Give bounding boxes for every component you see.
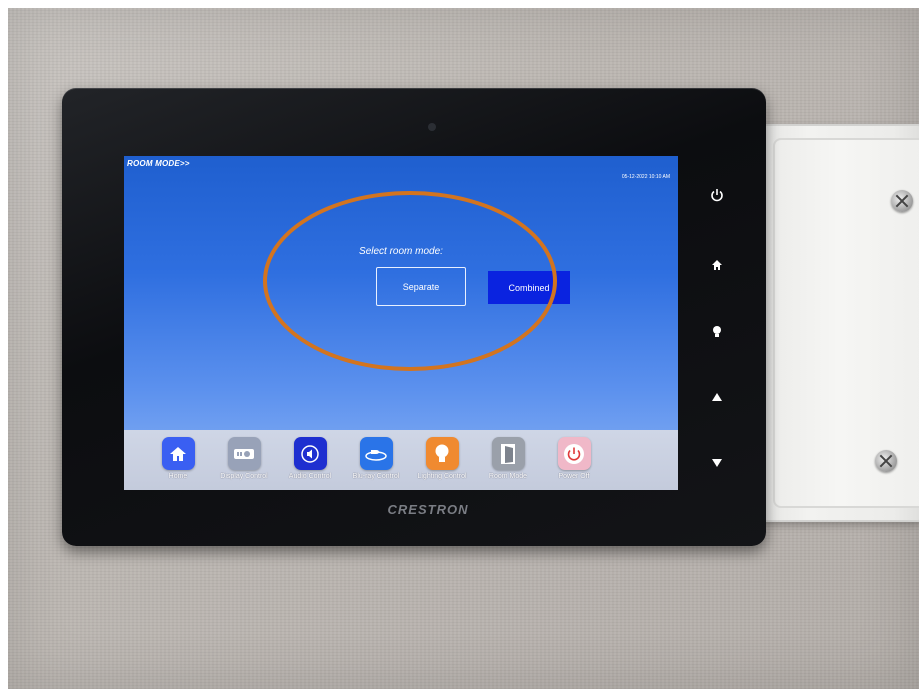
room-mode-prompt: Select room mode:	[359, 246, 443, 257]
dock-label: Power Off	[558, 473, 590, 480]
power-icon	[557, 437, 591, 470]
bluray-disc-icon	[359, 437, 393, 470]
hard-home-button[interactable]	[710, 258, 724, 272]
touch-screen: ROOM MODE>> 05-12-2022 10:10 AM Select r…	[124, 156, 678, 490]
door-icon	[491, 437, 525, 470]
crestron-touch-panel: ROOM MODE>> 05-12-2022 10:10 AM Select r…	[62, 88, 766, 546]
arrow-up-icon	[712, 393, 722, 401]
home-icon	[712, 260, 722, 270]
dock-item-home[interactable]: Home	[144, 430, 212, 490]
bottom-dock: Home Display Control Audio Control Blu-r…	[124, 430, 678, 490]
dock-item-audio-control[interactable]: Audio Control	[276, 430, 344, 490]
combined-button[interactable]: Combined	[488, 271, 570, 304]
power-icon	[711, 189, 723, 202]
lightbulb-icon	[713, 325, 721, 337]
dock-label: Display Control	[220, 473, 268, 480]
arrow-down-icon	[712, 459, 722, 467]
hard-light-button[interactable]	[710, 324, 724, 338]
dock-item-bluray-control[interactable]: Blu-ray Control	[342, 430, 410, 490]
brand-logo: CRESTRON	[387, 502, 469, 517]
screw-top-icon	[891, 190, 913, 212]
date-time: 05-12-2022 10:10 AM	[621, 174, 670, 180]
dock-item-room-mode[interactable]: Room Mode	[474, 430, 542, 490]
dock-item-display-control[interactable]: Display Control	[210, 430, 278, 490]
projector-icon	[227, 437, 261, 470]
wall-plate	[757, 124, 919, 522]
dock-label: Audio Control	[288, 473, 332, 480]
lightbulb-icon	[425, 437, 459, 470]
separate-button[interactable]: Separate	[376, 267, 466, 306]
dock-label: Blu-ray Control	[352, 473, 400, 480]
room-mode-link[interactable]: ROOM MODE>>	[127, 159, 190, 168]
dock-label: Home	[168, 473, 188, 480]
hard-power-button[interactable]	[710, 188, 724, 202]
hard-up-button[interactable]	[710, 390, 724, 404]
home-icon	[161, 437, 195, 470]
dock-label: Lighting Control	[417, 473, 467, 480]
hard-down-button[interactable]	[710, 456, 724, 470]
dock-label: Room Mode	[488, 473, 528, 480]
dock-item-lighting-control[interactable]: Lighting Control	[408, 430, 476, 490]
screw-bottom-icon	[875, 450, 897, 472]
dock-item-power-off[interactable]: Power Off	[540, 430, 608, 490]
camera-icon	[428, 123, 436, 131]
speaker-icon	[293, 437, 327, 470]
